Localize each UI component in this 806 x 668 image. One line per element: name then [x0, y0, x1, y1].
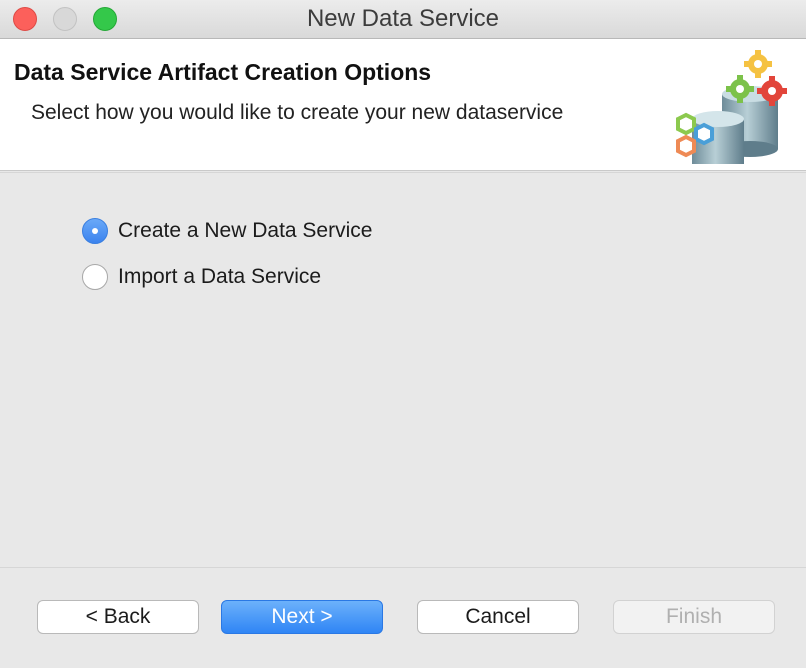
- window-title: New Data Service: [306, 5, 500, 32]
- option-import[interactable]: Import a Data Service: [82, 262, 321, 292]
- title-bar[interactable]: New Data Service: [0, 0, 806, 39]
- next-button[interactable]: Next >: [221, 600, 383, 634]
- wizard-header: Data Service Artifact Creation Options S…: [0, 39, 806, 171]
- radio-create-new[interactable]: [82, 218, 108, 244]
- dialog-window: New Data Service Data Service Artifact C…: [0, 0, 806, 668]
- option-create-new[interactable]: Create a New Data Service: [82, 216, 372, 246]
- back-button[interactable]: < Back: [37, 600, 199, 634]
- page-description: Select how you would like to create your…: [31, 101, 564, 124]
- finish-button[interactable]: Finish: [613, 600, 775, 634]
- header-divider: [0, 172, 806, 173]
- option-import-label: Import a Data Service: [118, 265, 322, 288]
- footer-divider: [0, 567, 806, 568]
- radio-import[interactable]: [82, 264, 108, 290]
- cancel-button[interactable]: Cancel: [417, 600, 579, 634]
- page-title: Data Service Artifact Creation Options: [14, 59, 432, 85]
- database-gears-icon: [676, 50, 787, 164]
- option-create-new-label: Create a New Data Service: [118, 219, 373, 242]
